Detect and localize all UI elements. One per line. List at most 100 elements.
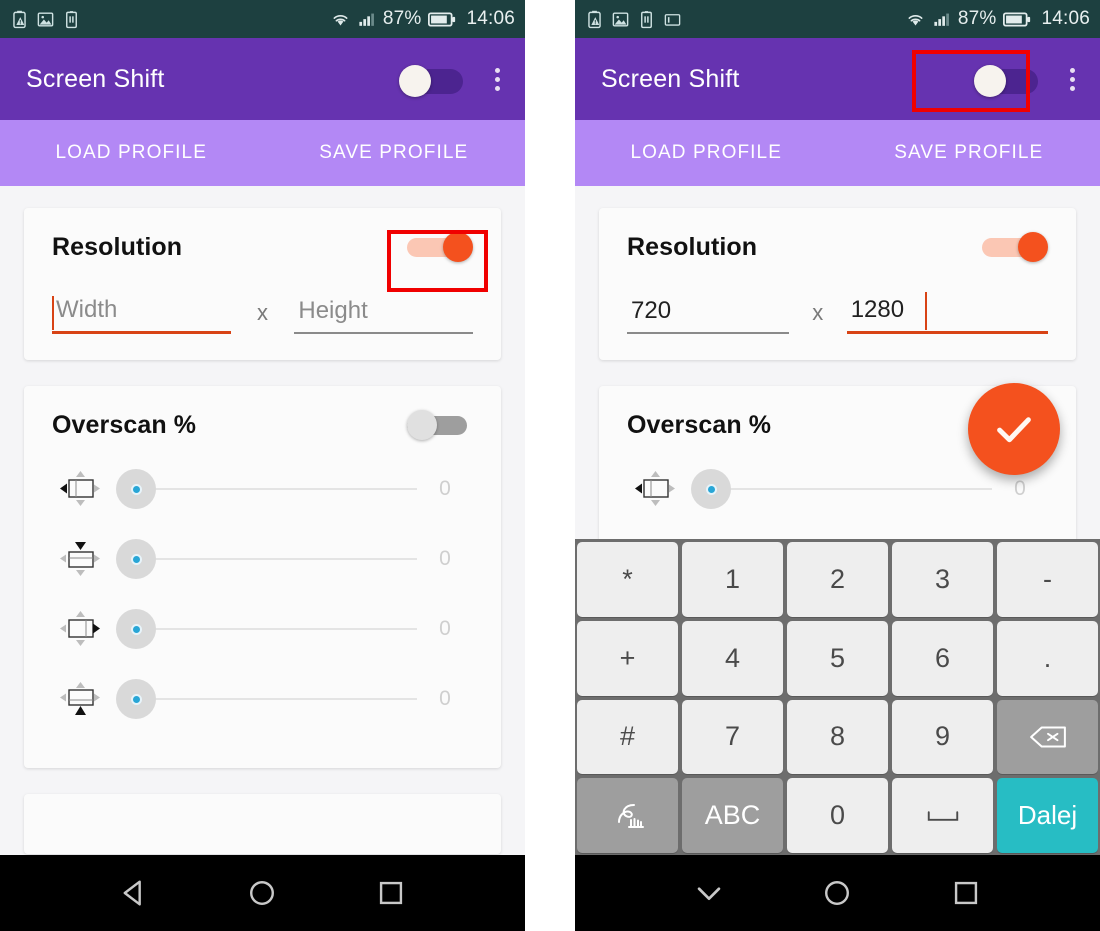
battery-alert-icon [13, 10, 26, 28]
slider-track [132, 698, 417, 700]
overscan-title: Overscan % [627, 410, 772, 439]
status-icons-right-right-phone: 87% 14:06 [906, 8, 1090, 30]
slider-track [132, 488, 417, 490]
key-2[interactable]: 2 [787, 542, 888, 617]
slider-thumb[interactable] [131, 623, 142, 635]
tab-bar-right: LOAD PROFILE SAVE PROFILE [575, 120, 1100, 186]
tab-load-profile[interactable]: LOAD PROFILE [0, 142, 263, 164]
recents-square-icon[interactable] [374, 876, 408, 910]
key-5[interactable]: 5 [787, 620, 888, 696]
key-0[interactable]: 0 [787, 778, 888, 853]
width-input[interactable]: Width [52, 296, 231, 334]
key-asterisk[interactable]: * [577, 542, 678, 617]
overflow-menu-icon[interactable] [489, 64, 505, 95]
app-bar-right: Screen Shift [575, 38, 1100, 120]
numeric-keyboard: * 1 2 3 - + 4 5 6 . # 7 8 9 ABC 0 Dalej [575, 539, 1100, 855]
resolution-card: Resolution 720 x 1280 [599, 208, 1076, 360]
tab-load-profile[interactable]: LOAD PROFILE [575, 142, 838, 164]
key-1[interactable]: 1 [682, 542, 783, 617]
appbar-master-switch[interactable] [399, 65, 463, 97]
key-backspace[interactable] [997, 699, 1098, 775]
dimension-separator: x [812, 300, 824, 325]
key-minus[interactable]: - [997, 542, 1098, 617]
resolution-switch[interactable] [407, 232, 473, 262]
switch-thumb [399, 65, 431, 97]
keyboard-row-4: ABC 0 Dalej [577, 778, 1098, 853]
home-circle-icon[interactable] [820, 876, 854, 910]
tab-save-profile[interactable]: SAVE PROFILE [838, 142, 1100, 164]
slider-track [132, 628, 417, 630]
height-input[interactable]: 1280 [846, 292, 1048, 334]
overscan-card: Overscan % [24, 386, 501, 768]
battery-saver-icon [66, 10, 77, 28]
battery-saver-icon [641, 10, 652, 28]
overscan-value-top: 0 [439, 547, 451, 570]
key-8[interactable]: 8 [787, 699, 888, 775]
key-hash[interactable]: # [577, 699, 678, 775]
home-circle-icon[interactable] [245, 876, 279, 910]
overflow-menu-icon[interactable] [1064, 64, 1080, 95]
image-icon [612, 11, 629, 27]
key-abc[interactable]: ABC [682, 778, 783, 853]
wifi-icon [333, 14, 348, 25]
battery-percent-label: 87% [382, 8, 422, 29]
overscan-slider-left[interactable] [116, 469, 417, 509]
slider-track [707, 488, 992, 490]
slider-track [132, 558, 417, 560]
key-7[interactable]: 7 [682, 699, 783, 775]
switch-thumb [1018, 232, 1048, 262]
key-4[interactable]: 4 [682, 620, 783, 696]
appbar-master-switch[interactable] [974, 65, 1038, 97]
image-icon [37, 11, 54, 27]
slider-thumb[interactable] [706, 483, 717, 495]
overscan-slider-left[interactable] [691, 469, 992, 509]
resolution-title: Resolution [52, 232, 183, 261]
status-bar-right: 87% 14:06 [575, 0, 1100, 38]
key-6[interactable]: 6 [892, 620, 993, 696]
input-underline [52, 331, 231, 334]
recents-square-icon[interactable] [949, 876, 983, 910]
overscan-slider-right[interactable] [116, 609, 417, 649]
key-period[interactable]: . [997, 620, 1098, 696]
overscan-title: Overscan % [52, 410, 197, 439]
input-underline [846, 331, 1048, 334]
tab-save-profile[interactable]: SAVE PROFILE [263, 142, 526, 164]
overscan-switch[interactable] [407, 410, 473, 440]
key-space[interactable] [892, 778, 993, 853]
text-caret [52, 296, 54, 330]
slider-thumb[interactable] [131, 553, 142, 565]
screenshot-stage: 87% 14:06 Screen Shift LOAD PROFILE SAVE… [0, 0, 1100, 931]
overscan-slider-bottom[interactable] [116, 679, 417, 719]
width-input[interactable]: 720 [627, 297, 789, 334]
height-input[interactable]: Height [294, 297, 474, 334]
phone-screen-right: 87% 14:06 Screen Shift LOAD PROFILE SAVE… [575, 0, 1100, 931]
clock-label: 14:06 [466, 8, 515, 29]
overscan-value-left: 0 [439, 477, 451, 500]
input-underline [627, 332, 789, 334]
status-icons-left [10, 9, 81, 30]
key-3[interactable]: 3 [892, 542, 993, 617]
status-icons-right-left-phone: 87% 14:06 [331, 8, 515, 30]
overscan-slider-top[interactable] [116, 539, 417, 579]
text-caret [924, 292, 927, 330]
overscan-row-right: 0 [52, 594, 473, 664]
nav-bar-left [0, 855, 525, 931]
width-input-text: Width [56, 296, 118, 323]
key-handwriting[interactable] [577, 778, 678, 853]
keyboard-row-2: + 4 5 6 . [577, 620, 1098, 696]
back-triangle-icon[interactable] [117, 876, 151, 910]
width-input-text: 720 [631, 297, 672, 324]
switch-thumb [443, 232, 473, 262]
slider-thumb[interactable] [131, 693, 142, 705]
status-bar-left: 87% 14:06 [0, 0, 525, 38]
resolution-switch[interactable] [982, 232, 1048, 262]
key-enter-next[interactable]: Dalej [997, 778, 1098, 853]
key-plus[interactable]: + [577, 620, 678, 696]
keyboard-row-1: * 1 2 3 - [577, 542, 1098, 617]
slider-thumb[interactable] [131, 483, 142, 495]
overscan-row-left: 0 [52, 454, 473, 524]
key-9[interactable]: 9 [892, 699, 993, 775]
overscan-value-left: 0 [1014, 477, 1026, 500]
save-fab[interactable] [968, 383, 1060, 475]
hide-keyboard-chevron-icon[interactable] [692, 876, 726, 910]
